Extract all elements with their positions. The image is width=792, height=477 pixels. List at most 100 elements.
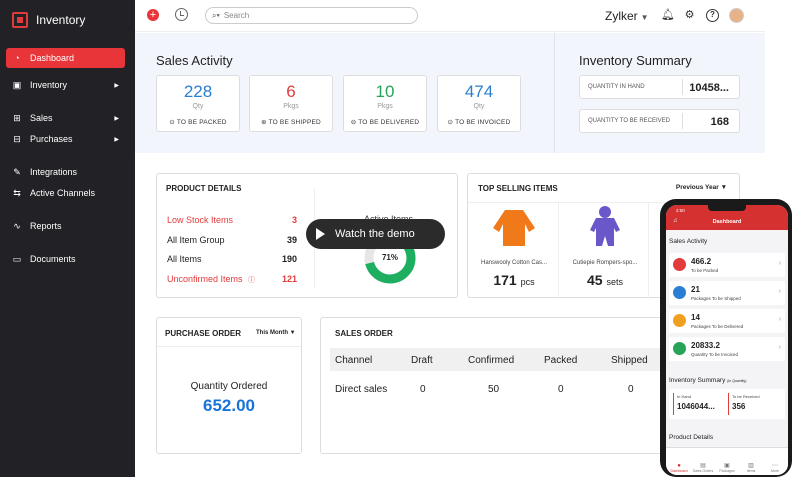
sales-card-packed[interactable]: 228 Qty ⊙ TO BE PACKED (156, 75, 240, 132)
dashboard-icon: ◔ (14, 53, 20, 63)
all-items-row[interactable]: All Items 190 (167, 254, 297, 264)
sales-card-invoiced[interactable]: 474 Qty ⊙ TO BE INVOICED (437, 75, 521, 132)
row-label: Unconfirmed Items (167, 274, 243, 284)
sidebar-item-purchases[interactable]: ⊟ Purchases ▶ (6, 129, 125, 149)
org-switcher[interactable]: Zylker ▼ (605, 9, 649, 23)
info-icon: ⓘ (248, 277, 256, 284)
romper-image (590, 206, 620, 246)
row-value: 168 (710, 116, 729, 128)
row-value: 39 (286, 235, 297, 245)
sidebar-item-dashboard[interactable]: ◔ Dashboard (6, 48, 125, 68)
invoice-icon (673, 342, 686, 355)
item-group-row[interactable]: All Item Group 39 (167, 235, 297, 245)
search-input[interactable]: ⌕▾ Search (205, 7, 418, 24)
chevron-right-icon: ▶ (114, 136, 119, 143)
sidebar-item-integrations[interactable]: ✎ Integrations (6, 162, 125, 182)
card-unit: Pkgs (283, 103, 299, 110)
divider (682, 113, 683, 129)
period-dropdown[interactable]: This Month ▼ (256, 330, 296, 336)
phone-sales-row[interactable]: 14 Packages To be Delivered › (669, 309, 785, 333)
phone-time: 2:50 (676, 208, 685, 213)
mobile-app-mockup: 2:50 ♫ Dashboard Sales Activity 466.2 To… (660, 199, 792, 477)
sidebar-item-label: Sales (30, 113, 53, 123)
box-icon (673, 258, 686, 271)
top-item-card[interactable]: Cutiepie Rompers-spo... 45 sets (562, 204, 648, 296)
in-hand-value: 1046044... (677, 402, 715, 411)
tab-dashboard[interactable]: ● Dashboard (668, 463, 690, 473)
tab-more[interactable]: ⋯ More (764, 462, 786, 473)
delivered-icon: ⊖ (350, 119, 357, 126)
org-name: Zylker (605, 9, 638, 23)
tab-sales-orders[interactable]: ▤ Sales Orders (692, 462, 714, 473)
phone-section-title: Sales Activity (669, 238, 708, 245)
col-draft: Draft (411, 355, 433, 366)
invoice-icon: ⊙ (447, 119, 454, 126)
phone-sales-row[interactable]: 21 Packages To be Shipped › (669, 281, 785, 305)
sidebar-item-label: Active Channels (30, 188, 96, 198)
avatar[interactable] (729, 8, 744, 23)
sidebar-item-active-channels[interactable]: ⇆ Active Channels (6, 183, 125, 203)
tab-label: Dashboard (670, 469, 688, 473)
more-icon: ⋯ (772, 463, 778, 469)
tab-packages[interactable]: ▣ Packages (716, 462, 738, 473)
in-hand-label: In Hand (677, 394, 692, 399)
bell-icon[interactable]: 🔔︎ (661, 9, 675, 22)
row-label: QUANTITY TO BE RECEIVED (588, 118, 671, 124)
app-brand[interactable]: Inventory (12, 12, 85, 28)
row-label: To be Packed (691, 268, 719, 273)
item-count: 45 (587, 272, 603, 288)
sidebar-item-documents[interactable]: ▭ Documents (6, 249, 125, 269)
row-label: All Item Group (167, 235, 225, 245)
phone-inventory-box: In Hand 1046044... To be Received 356 (669, 389, 785, 419)
sales-card-delivered[interactable]: 10 Pkgs ⊖ TO BE DELIVERED (343, 75, 427, 132)
item-unit: sets (606, 277, 623, 287)
card-value: 228 (183, 82, 213, 101)
card-value: 10 (375, 82, 395, 101)
inventory-icon: ▣ (12, 79, 22, 90)
phone-sales-row[interactable]: 466.2 To be Packed › (669, 253, 785, 277)
sales-order-title: SALES ORDER (335, 329, 393, 338)
table-cell: Direct sales (335, 384, 388, 395)
gear-icon[interactable]: ⚙ (683, 9, 696, 22)
row-label: Low Stock Items (167, 215, 234, 225)
row-label: Quantity To be Invoiced (691, 352, 738, 357)
sidebar-item-reports[interactable]: ∿ Reports (6, 216, 125, 236)
to-receive-marker (728, 393, 729, 415)
item-name: Cutiepie Rompers-spo... (572, 260, 638, 266)
card-label: TO BE INVOICED (455, 119, 511, 126)
period-dropdown[interactable]: Previous Year ▼ (676, 184, 727, 191)
recent-history-icon[interactable] (175, 8, 188, 21)
col-packed: Packed (544, 355, 578, 366)
sidebar-item-label: Integrations (30, 167, 78, 177)
low-stock-row[interactable]: Low Stock Items 3 (167, 215, 297, 225)
unconfirmed-items-row[interactable]: Unconfirmed Items ⓘ 121 (167, 274, 297, 285)
sidebar-item-sales[interactable]: ⊞ Sales ▶ (6, 108, 125, 128)
truck-icon (673, 286, 686, 299)
cart-icon: ▤ (700, 463, 706, 469)
phone-notch (708, 205, 746, 211)
quick-create-button[interactable]: + (147, 9, 159, 21)
tab-label: Packages (719, 469, 735, 473)
inventory-logo-icon (12, 12, 28, 28)
sales-card-shipped[interactable]: 6 Pkgs ⊛ TO BE SHIPPED (249, 75, 333, 132)
bag-icon: ⊟ (13, 133, 21, 144)
top-selling-title: TOP SELLING ITEMS (478, 184, 558, 193)
search-placeholder: Search (223, 11, 250, 20)
sidebar-item-inventory[interactable]: ▣ Inventory ▶ (6, 75, 125, 95)
chevron-right-icon: › (778, 288, 781, 295)
top-item-card[interactable]: Hanswooly Cotton Cas... 171 pcs (471, 204, 557, 296)
inventory-summary-row: QUANTITY TO BE RECEIVED 168 (579, 109, 740, 133)
help-icon[interactable]: ? (706, 9, 719, 22)
truck-icon: ⊛ (261, 119, 267, 126)
inventory-summary-title: Inventory Summary (579, 53, 692, 68)
phone-inventory-title: Inventory Summary (In Quantity) (669, 377, 746, 384)
phone-sales-row[interactable]: 20833.2 Quantity To be Invoiced › (669, 337, 785, 361)
chevron-down-icon: ▼ (640, 13, 649, 22)
col-shipped: Shipped (611, 355, 648, 366)
watch-demo-button[interactable]: Watch the demo (306, 219, 445, 249)
card-label: TO BE DELIVERED (358, 119, 420, 126)
chevron-right-icon: › (778, 344, 781, 351)
items-icon: ▥ (748, 463, 754, 469)
sidebar-item-label: Documents (30, 254, 76, 264)
tab-items[interactable]: ▥ Items (740, 462, 762, 473)
